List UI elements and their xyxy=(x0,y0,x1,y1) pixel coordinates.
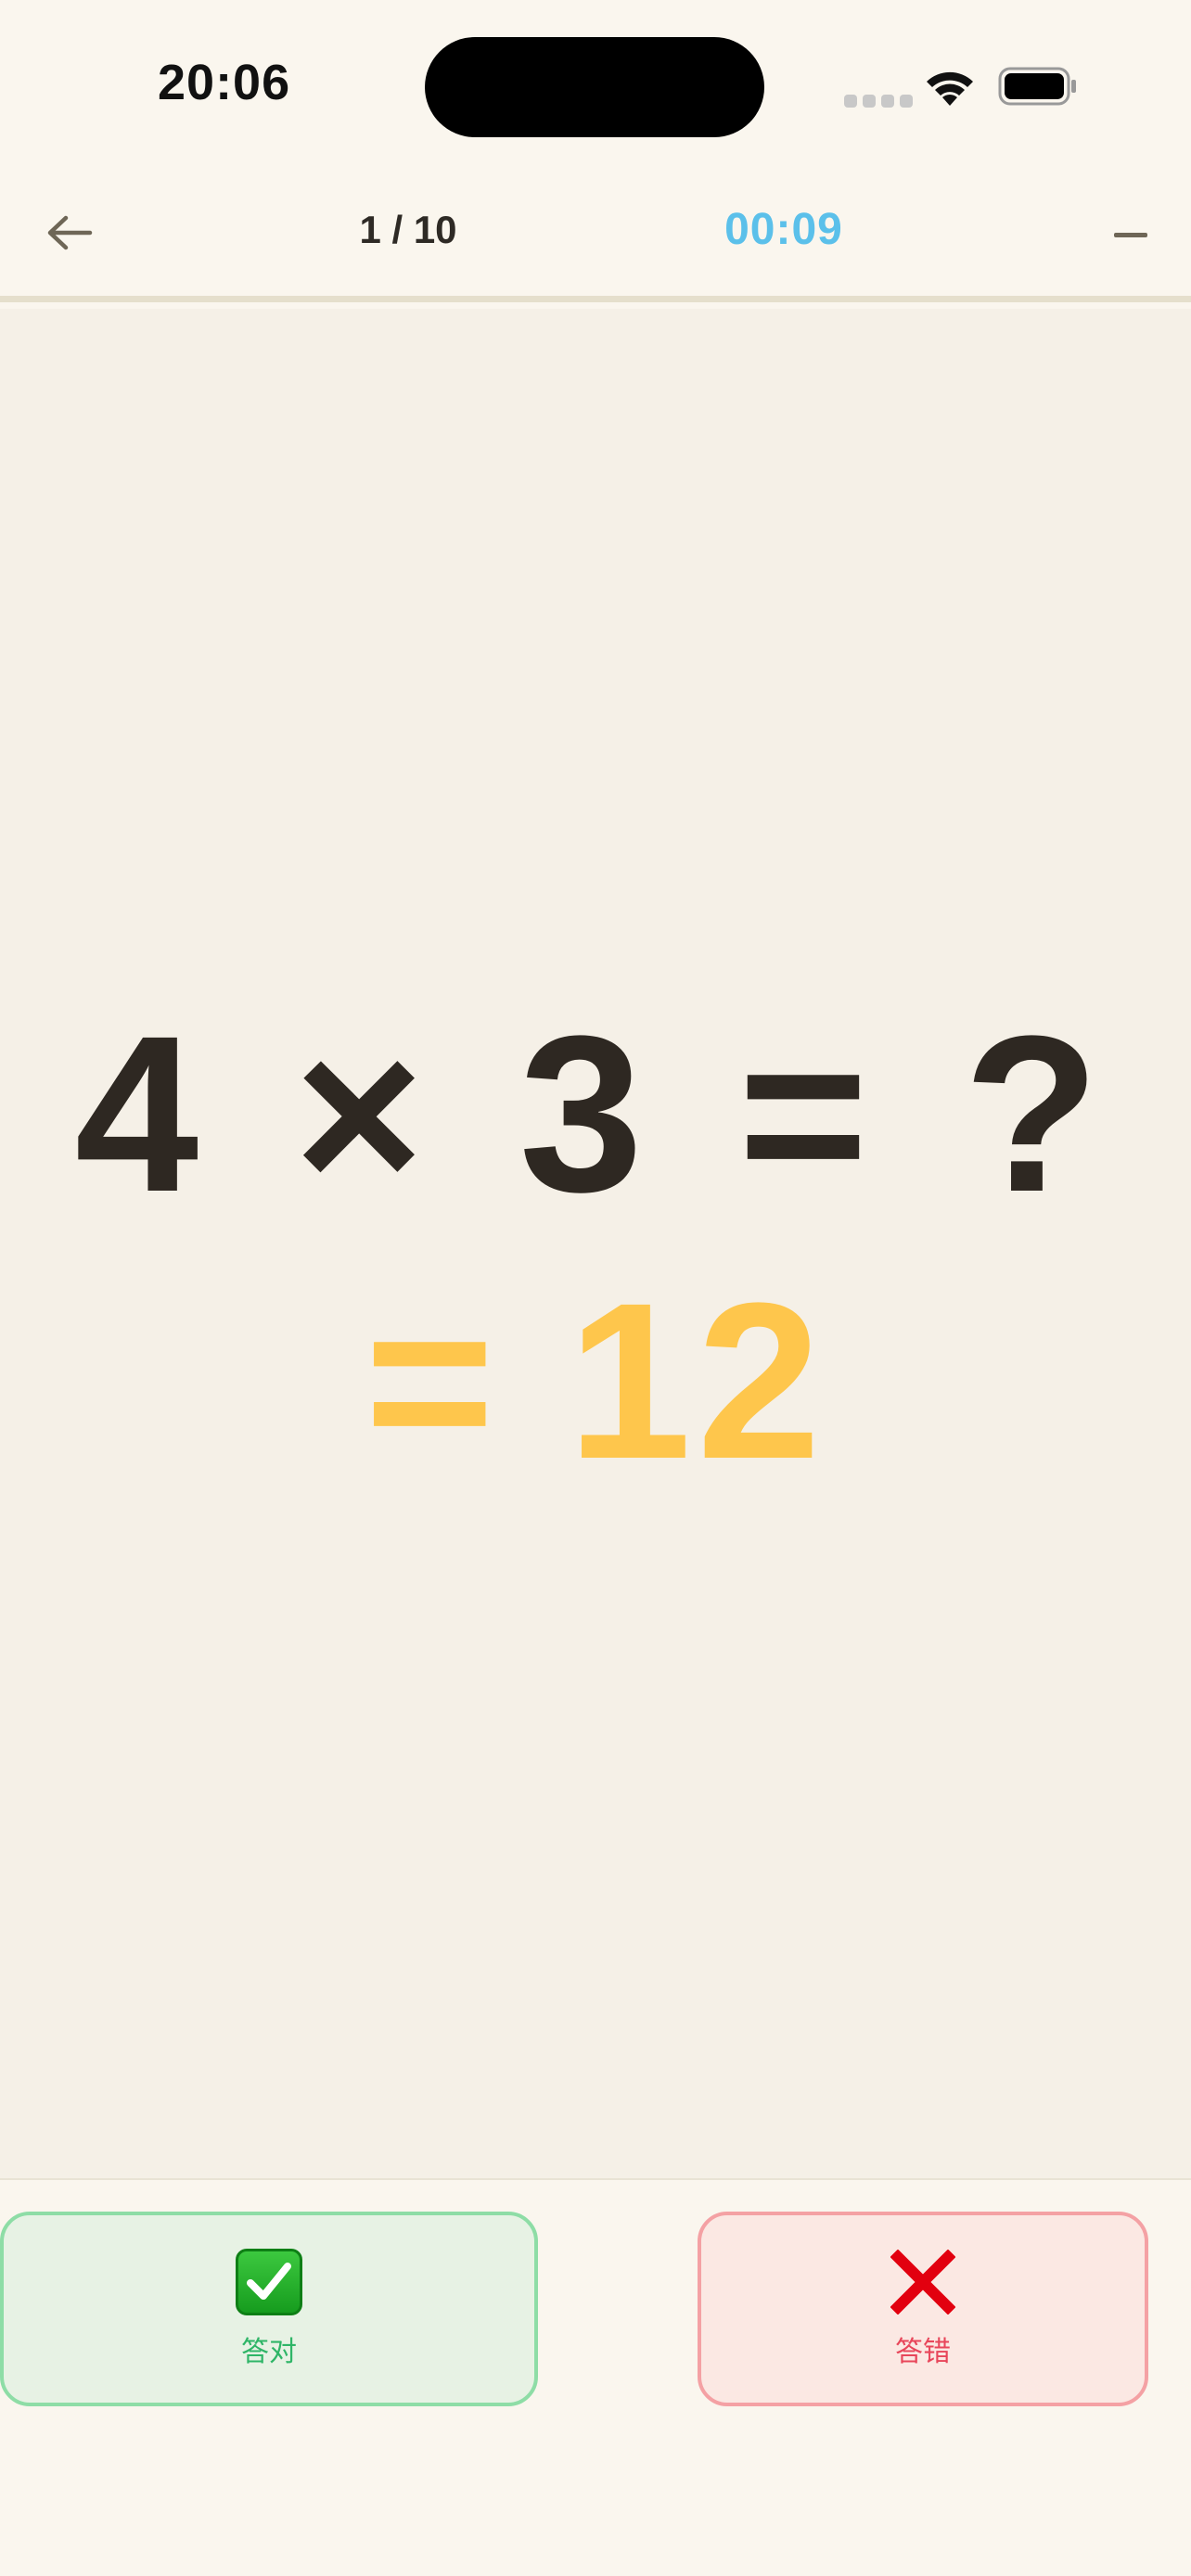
question-progress: 1 / 10 xyxy=(359,208,457,251)
battery-icon xyxy=(998,67,1076,106)
cellular-signal-icon xyxy=(844,95,913,108)
correct-button[interactable]: 答对 xyxy=(0,2212,538,2406)
answer-text: = 12 xyxy=(365,1256,826,1505)
wrong-button[interactable]: 答错 xyxy=(698,2212,1148,2406)
arrow-left-icon xyxy=(47,215,93,250)
question-expression: 4 × 3 = ? xyxy=(74,989,1117,1238)
minus-icon xyxy=(1114,232,1147,237)
timer: 00:09 xyxy=(724,205,843,254)
wifi-icon xyxy=(927,71,973,106)
wrong-button-label: 答错 xyxy=(895,2336,951,2368)
back-button[interactable] xyxy=(39,202,100,263)
action-bar: 答对 答错 xyxy=(0,2178,1191,2576)
cross-icon xyxy=(890,2249,956,2315)
check-box-icon xyxy=(236,2249,302,2315)
correct-button-label: 答对 xyxy=(241,2336,297,2368)
status-time: 20:06 xyxy=(158,55,291,110)
minus-button[interactable] xyxy=(1109,213,1152,256)
question-area: 4 × 3 = ? = 12 xyxy=(0,309,1191,2178)
app-screen: 20:06 1 / 10 00:09 4 × 3 = ? = 12 答对 答错 xyxy=(0,0,1191,2576)
status-bar: 20:06 xyxy=(0,0,1191,176)
dynamic-island xyxy=(425,37,764,137)
nav-bar: 1 / 10 00:09 xyxy=(0,176,1191,302)
